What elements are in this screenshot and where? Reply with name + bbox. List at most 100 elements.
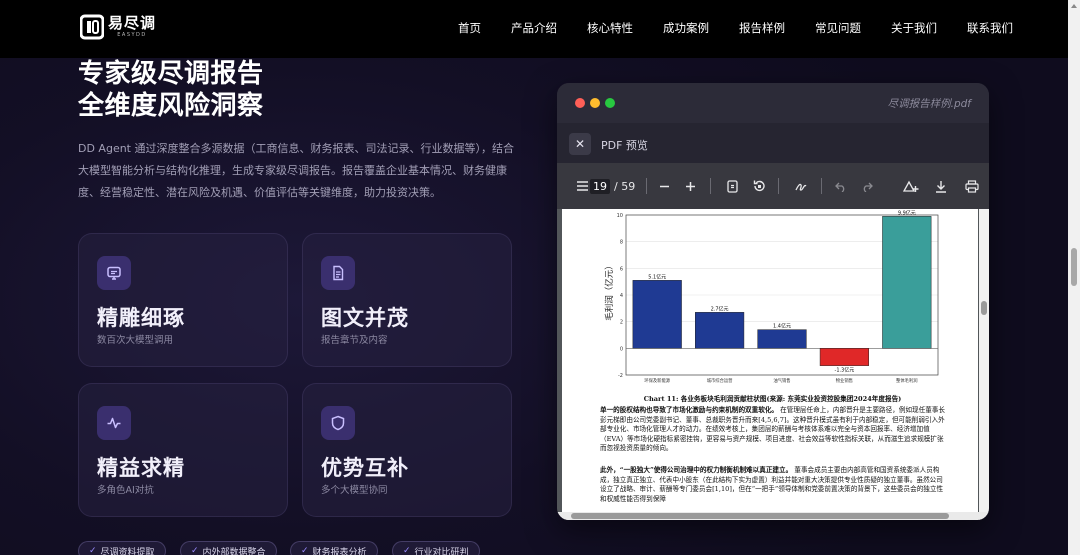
screen-icon xyxy=(97,256,131,290)
page-navigator: 19 / 59 xyxy=(590,163,635,209)
pulse-icon xyxy=(97,406,131,440)
check-icon: ✓ xyxy=(403,546,411,555)
chart-x-tick-label: 城市综合运营 xyxy=(707,377,733,384)
rotate-icon[interactable] xyxy=(752,163,766,209)
pdf-vertical-scrollbar-thumb[interactable] xyxy=(981,301,987,315)
window-maximize-dot[interactable] xyxy=(605,98,615,108)
menu-icon[interactable] xyxy=(577,163,588,209)
chart-y-tick-label: 6 xyxy=(620,266,623,272)
draw-icon[interactable] xyxy=(795,163,809,209)
chart-data-label: 2.7亿元 xyxy=(711,305,729,312)
feature-card-illustrated[interactable]: 图文并茂 报告章节及内容 xyxy=(302,233,512,367)
chart-y-tick-label: 8 xyxy=(620,240,623,246)
paragraph-2-lead: 此外，“一股独大”使得公司治理中的权力制衡机制难以真正建立。 xyxy=(600,466,793,474)
report-paragraph-2: 此外，“一股独大”使得公司治理中的权力制衡机制难以真正建立。 董事会成员主要由内… xyxy=(600,466,945,504)
redo-icon[interactable] xyxy=(861,163,873,209)
tag-label: 行业对比研判 xyxy=(414,547,469,555)
hero-title: 专家级尽调报告 全维度风险洞察 xyxy=(78,58,264,122)
chart-bar xyxy=(757,329,807,349)
window-close-dot[interactable] xyxy=(575,98,585,108)
add-comment-icon[interactable] xyxy=(903,163,919,209)
toolbar-divider xyxy=(778,178,779,194)
feature-card-excellence[interactable]: 精益求精 多角色AI对抗 xyxy=(78,383,288,517)
tag-label: 财务报表分析 xyxy=(312,547,367,555)
card-title: 精益求精 xyxy=(97,456,185,480)
nav-link-contact[interactable]: 联系我们 xyxy=(967,20,1013,36)
tag-data-extraction[interactable]: ✓ 尽调资料提取 xyxy=(78,541,166,555)
window-minimize-dot[interactable] xyxy=(590,98,600,108)
hero-title-line-2: 全维度风险洞察 xyxy=(78,91,264,121)
nav-links: 首页 产品介绍 核心特性 成功案例 报告样例 常见问题 关于我们 联系我们 xyxy=(458,20,1013,36)
fit-page-icon[interactable] xyxy=(727,163,738,209)
chart-data-label: 9.9亿元 xyxy=(898,209,916,216)
hero-description: DD Agent 通过深度整合多源数据（工商信息、财务报表、司法记录、行业数据等… xyxy=(78,142,514,199)
nav-link-about[interactable]: 关于我们 xyxy=(891,20,937,36)
check-icon: ✓ xyxy=(89,546,97,555)
nav-link-product[interactable]: 产品介绍 xyxy=(511,20,557,36)
chart-data-label: 1.4亿元 xyxy=(773,323,791,330)
logo-mark-icon xyxy=(79,14,105,40)
pdf-vertical-scrollbar[interactable] xyxy=(979,209,989,520)
zoom-in-icon[interactable] xyxy=(685,163,696,209)
nav-link-features[interactable]: 核心特性 xyxy=(587,20,633,36)
toolbar-divider xyxy=(821,178,822,194)
pdf-viewport[interactable]: -2 0 2 4 6 8 10 5.1亿元 环保及新能源 2.7亿元 城市综合运营 1.4亿元 油气销… xyxy=(557,209,989,520)
page-scrollbar[interactable] xyxy=(1068,0,1080,555)
hero-title-line-1: 专家级尽调报告 xyxy=(78,59,264,89)
chart-data-label: -1.3亿元 xyxy=(835,367,855,374)
scroll-up-arrow-icon[interactable] xyxy=(1071,4,1077,8)
pdf-horizontal-scrollbar[interactable] xyxy=(557,512,989,520)
tag-data-integration[interactable]: ✓ 内外部数据整合 xyxy=(180,541,277,555)
card-subtitle: 多个大模型协同 xyxy=(321,485,388,496)
pdf-filename: 尽调报告样例.pdf xyxy=(887,98,971,110)
toolbar-divider xyxy=(646,178,647,194)
nav-link-home[interactable]: 首页 xyxy=(458,20,481,36)
print-icon[interactable] xyxy=(965,163,979,209)
tag-financial-analysis[interactable]: ✓ 财务报表分析 xyxy=(290,541,378,555)
undo-icon[interactable] xyxy=(835,163,847,209)
feature-card-complementary[interactable]: 优势互补 多个大模型协同 xyxy=(302,383,512,517)
pdf-preview-window: 尽调报告样例.pdf ✕ PDF 预览 19 / 59 -2 0 2 4 6 8… xyxy=(557,83,989,520)
report-paragraph-1: 单一的股权结构也导致了市场化激励与约束机制的双重软化。 在管理层任命上，内部晋升… xyxy=(600,406,945,454)
pdf-toolbar: 19 / 59 xyxy=(557,163,989,209)
shield-icon xyxy=(321,406,355,440)
top-navbar: 易尽调 EASYDD 首页 产品介绍 核心特性 成功案例 报告样例 常见问题 关… xyxy=(0,0,1068,58)
chart-x-tick-label: 物业销售 xyxy=(836,377,853,384)
check-icon: ✓ xyxy=(191,546,199,555)
pdf-horizontal-scrollbar-thumb[interactable] xyxy=(571,513,949,519)
card-subtitle: 报告章节及内容 xyxy=(321,335,388,346)
chart-x-tick-label: 整体毛利润 xyxy=(896,377,917,384)
feature-card-precision[interactable]: 精雕细琢 数百次大模型调用 xyxy=(78,233,288,367)
nav-link-samples[interactable]: 报告样例 xyxy=(739,20,785,36)
chart-x-tick-label: 环保及新能源 xyxy=(644,377,670,384)
chart-y-axis-label: 毛利润（亿元） xyxy=(604,261,615,321)
zoom-out-icon[interactable] xyxy=(659,163,670,209)
card-subtitle: 多角色AI对抗 xyxy=(97,485,154,496)
tag-industry-comparison[interactable]: ✓ 行业对比研判 xyxy=(392,541,480,555)
chart-y-tick-label: -2 xyxy=(618,373,623,379)
chart-caption: Chart 11: 各业务板块毛利润贡献柱状图(来源: 东莞实业投资控股集团20… xyxy=(643,395,902,403)
chart-x-tick-label: 油气销售 xyxy=(773,377,790,384)
card-title: 精雕细琢 xyxy=(97,306,185,330)
close-icon[interactable]: ✕ xyxy=(569,133,591,155)
chart-y-tick-label: 2 xyxy=(620,320,623,326)
pdf-preview-label: PDF 预览 xyxy=(601,139,648,152)
chart-bar xyxy=(819,348,869,366)
page-scrollbar-thumb[interactable] xyxy=(1071,248,1077,286)
chart-y-tick-label: 0 xyxy=(620,346,623,352)
card-title: 优势互补 xyxy=(321,456,409,480)
logo[interactable]: 易尽调 EASYDD xyxy=(79,14,156,40)
card-subtitle: 数百次大模型调用 xyxy=(97,335,174,346)
page-number-input[interactable]: 19 xyxy=(590,178,610,194)
pdf-preview-header: ✕ PDF 预览 xyxy=(557,123,989,163)
nav-link-faq[interactable]: 常见问题 xyxy=(815,20,861,36)
tag-label: 内外部数据整合 xyxy=(202,547,266,555)
download-icon[interactable] xyxy=(935,163,947,209)
card-title: 图文并茂 xyxy=(321,306,409,330)
nav-link-cases[interactable]: 成功案例 xyxy=(663,20,709,36)
check-icon: ✓ xyxy=(301,546,309,555)
chart-bar xyxy=(882,216,932,349)
page-total: / 59 xyxy=(614,179,636,193)
chart-y-tick-label: 10 xyxy=(617,213,623,219)
document-icon xyxy=(321,256,355,290)
